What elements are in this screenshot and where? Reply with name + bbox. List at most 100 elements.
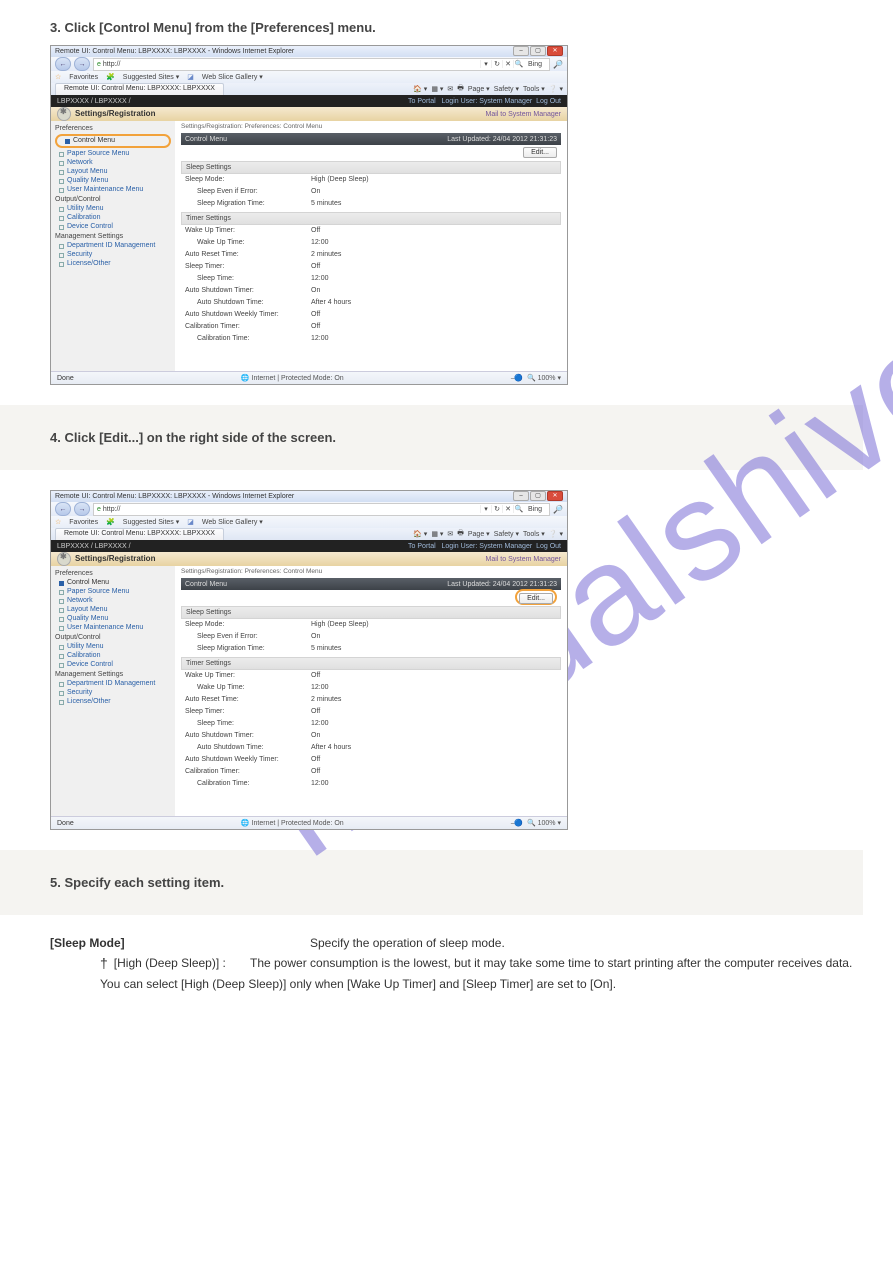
zoom-slider-icon[interactable]: ⎯🔵 (511, 820, 523, 827)
sidebar-item-quality[interactable]: Quality Menu (51, 614, 175, 623)
toolbar-print[interactable]: 🖶 (457, 529, 464, 540)
stop-icon[interactable]: ✕ (502, 505, 513, 513)
suggested-sites-link[interactable]: Suggested Sites ▾ (123, 73, 179, 81)
address-bar[interactable]: e http:// ▾ ↻ ✕ 🔍 Bing (93, 503, 550, 516)
toolbar-mail[interactable]: ✉ (447, 85, 453, 93)
sidebar-cat-management: Management Settings (51, 669, 175, 679)
web-slice-link[interactable]: Web Slice Gallery ▾ (202, 518, 263, 526)
zoom-icon[interactable]: 🔍 (527, 375, 536, 382)
sidebar-item-device-control[interactable]: Device Control (51, 660, 175, 669)
favorites-star-icon[interactable]: ☆ (55, 518, 61, 526)
sidebar-item-paper-source[interactable]: Paper Source Menu (51, 587, 175, 596)
calibration-time-value: 12:00 (311, 778, 329, 790)
sleep-time-label: Sleep Time: (185, 718, 311, 730)
url-dropdown-icon[interactable]: ▾ (480, 60, 491, 68)
settings-gear-icon (57, 107, 71, 121)
zoom-value[interactable]: 100% ▾ (538, 375, 561, 382)
sidebar-item-utility[interactable]: Utility Menu (51, 642, 175, 651)
zoom-value[interactable]: 100% ▾ (538, 820, 561, 827)
address-bar[interactable]: e http:// ▾ ↻ ✕ 🔍 Bing (93, 58, 550, 71)
maximize-button[interactable]: ▢ (530, 491, 546, 501)
toolbar-tools[interactable]: Tools ▾ (523, 85, 545, 93)
sidebar-item-security[interactable]: Security (51, 688, 175, 697)
stop-icon[interactable]: ✕ (502, 60, 513, 68)
minimize-button[interactable]: – (513, 46, 529, 56)
favorites-star-icon[interactable]: ☆ (55, 73, 61, 81)
zoom-slider-icon[interactable]: ⎯🔵 (511, 375, 523, 382)
auto-reset-label: Auto Reset Time: (185, 694, 311, 706)
step-4-heading: 4. Click [Edit...] on the right side of … (50, 430, 843, 445)
minimize-button[interactable]: – (513, 491, 529, 501)
link-to-portal[interactable]: To Portal (408, 98, 436, 105)
sidebar-item-control-menu[interactable]: Control Menu (51, 578, 175, 587)
sleep-time-value: 12:00 (311, 273, 329, 285)
sidebar-item-user-maintenance[interactable]: User Maintenance Menu (51, 185, 175, 194)
sidebar-item-utility[interactable]: Utility Menu (51, 204, 175, 213)
sidebar-item-paper-source[interactable]: Paper Source Menu (51, 149, 175, 158)
wakeup-time-label: Wake Up Time: (185, 682, 311, 694)
edit-button[interactable]: Edit... (523, 147, 557, 158)
sidebar-item-control-menu[interactable]: Control Menu (57, 136, 169, 146)
toolbar-mail[interactable]: ✉ (447, 530, 453, 538)
toolbar-home[interactable]: 🏠 ▾ (413, 85, 427, 93)
sidebar-item-dept-id[interactable]: Department ID Management (51, 679, 175, 688)
toolbar-page[interactable]: Page ▾ (468, 530, 490, 538)
toolbar-safety[interactable]: Safety ▾ (494, 85, 519, 93)
zoom-icon[interactable]: 🔍 (527, 820, 536, 827)
browser-tab[interactable]: Remote UI: Control Menu: LBPXXXX: LBPXXX… (55, 528, 224, 540)
refresh-icon[interactable]: ↻ (491, 505, 502, 513)
sidebar-item-network[interactable]: Network (51, 158, 175, 167)
sidebar-item-layout[interactable]: Layout Menu (51, 605, 175, 614)
suggested-sites-link[interactable]: Suggested Sites ▾ (123, 518, 179, 526)
sidebar-item-device-control[interactable]: Device Control (51, 222, 175, 231)
link-logout[interactable]: Log Out (536, 543, 561, 550)
sidebar-item-quality[interactable]: Quality Menu (51, 176, 175, 185)
window-title: Remote UI: Control Menu: LBPXXXX: LBPXXX… (55, 491, 294, 502)
link-to-portal[interactable]: To Portal (408, 543, 436, 550)
maximize-button[interactable]: ▢ (530, 46, 546, 56)
toolbar-print[interactable]: 🖶 (457, 84, 464, 95)
search-go-icon[interactable]: 🔎 (553, 60, 563, 69)
browser-tab[interactable]: Remote UI: Control Menu: LBPXXXX: LBPXXX… (55, 83, 224, 95)
edit-button[interactable]: Edit... (519, 593, 553, 604)
toolbar-tools[interactable]: Tools ▾ (523, 530, 545, 538)
favorites-label: Favorites (69, 519, 98, 526)
toolbar-safety[interactable]: Safety ▾ (494, 530, 519, 538)
toolbar-page[interactable]: Page ▾ (468, 85, 490, 93)
sidebar-item-user-maintenance[interactable]: User Maintenance Menu (51, 623, 175, 632)
search-engine-icon[interactable]: 🔍 (513, 505, 524, 513)
forward-button[interactable]: → (74, 57, 90, 71)
refresh-icon[interactable]: ↻ (491, 60, 502, 68)
back-button[interactable]: ← (55, 57, 71, 71)
search-engine-icon[interactable]: 🔍 (513, 60, 524, 68)
url-dropdown-icon[interactable]: ▾ (480, 505, 491, 513)
mail-to-sysmanager-link[interactable]: Mail to System Manager (486, 556, 561, 563)
close-button[interactable]: ✕ (547, 46, 563, 56)
forward-button[interactable]: → (74, 502, 90, 516)
close-button[interactable]: ✕ (547, 491, 563, 501)
web-slice-link[interactable]: Web Slice Gallery ▾ (202, 73, 263, 81)
timer-settings-header: Timer Settings (181, 212, 561, 225)
status-zone: 🌐 Internet | Protected Mode: On (74, 374, 511, 382)
wakeup-timer-value: Off (311, 225, 320, 237)
link-logout[interactable]: Log Out (536, 98, 561, 105)
toolbar-help[interactable]: ❔ ▾ (549, 530, 563, 538)
sidebar-item-license[interactable]: License/Other (51, 697, 175, 706)
back-button[interactable]: ← (55, 502, 71, 516)
sidebar-item-calibration[interactable]: Calibration (51, 213, 175, 222)
wakeup-timer-label: Wake Up Timer: (185, 225, 311, 237)
sidebar-item-license[interactable]: License/Other (51, 259, 175, 268)
sidebar-item-network[interactable]: Network (51, 596, 175, 605)
toolbar-help[interactable]: ❔ ▾ (549, 85, 563, 93)
mail-to-sysmanager-link[interactable]: Mail to System Manager (486, 111, 561, 118)
toolbar-feed[interactable]: ▦ ▾ (431, 85, 443, 93)
sidebar-item-security[interactable]: Security (51, 250, 175, 259)
search-go-icon[interactable]: 🔎 (553, 505, 563, 514)
sleep-mode-label: Sleep Mode: (185, 174, 311, 186)
toolbar-feed[interactable]: ▦ ▾ (431, 530, 443, 538)
sidebar-item-layout[interactable]: Layout Menu (51, 167, 175, 176)
toolbar-home[interactable]: 🏠 ▾ (413, 530, 427, 538)
sidebar-item-calibration[interactable]: Calibration (51, 651, 175, 660)
dagger-icon: † (100, 955, 108, 971)
sidebar-item-dept-id[interactable]: Department ID Management (51, 241, 175, 250)
